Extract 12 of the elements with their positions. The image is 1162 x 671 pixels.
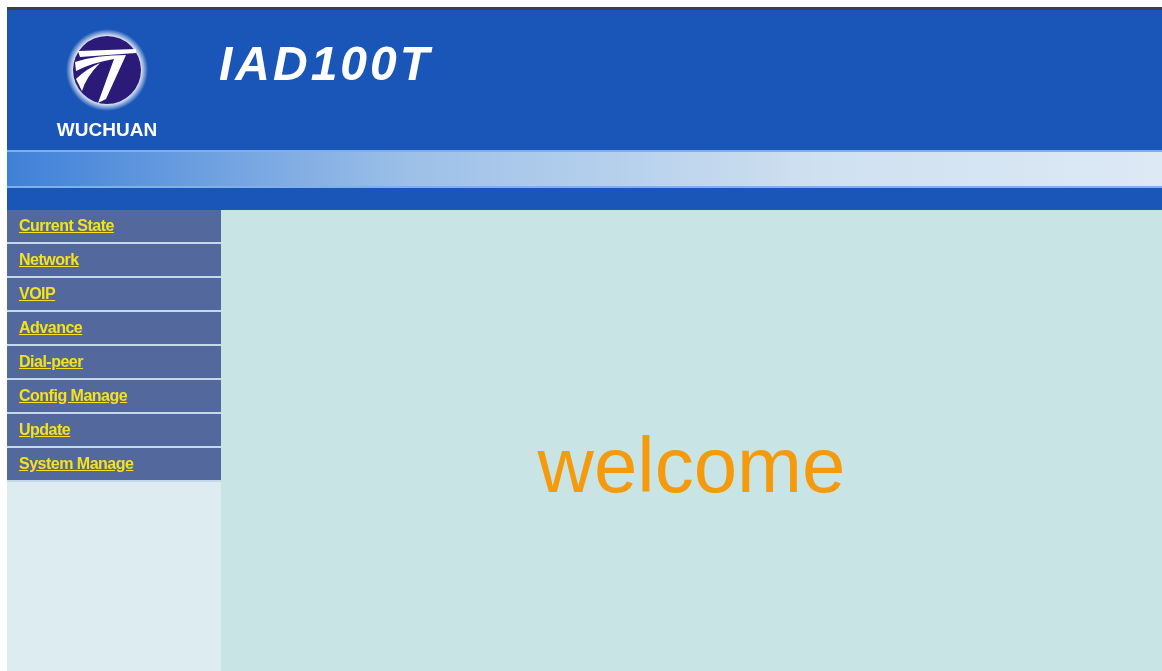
welcome-text: welcome xyxy=(537,420,846,511)
product-title: IAD100T xyxy=(219,35,433,91)
brand-name: WUCHUAN xyxy=(56,119,158,141)
menu-link[interactable]: Update xyxy=(7,414,221,448)
menu-link[interactable]: Advance xyxy=(7,312,221,346)
menu-link[interactable]: System Manage xyxy=(7,448,221,482)
menu-link[interactable]: Current State xyxy=(7,210,221,244)
menu-link[interactable]: VOIP xyxy=(7,278,221,312)
menu-link[interactable]: Network xyxy=(7,244,221,278)
menu-link[interactable]: Dial-peer xyxy=(7,346,221,380)
menu-link[interactable]: Config Manage xyxy=(7,380,221,414)
logo-icon xyxy=(66,29,148,111)
